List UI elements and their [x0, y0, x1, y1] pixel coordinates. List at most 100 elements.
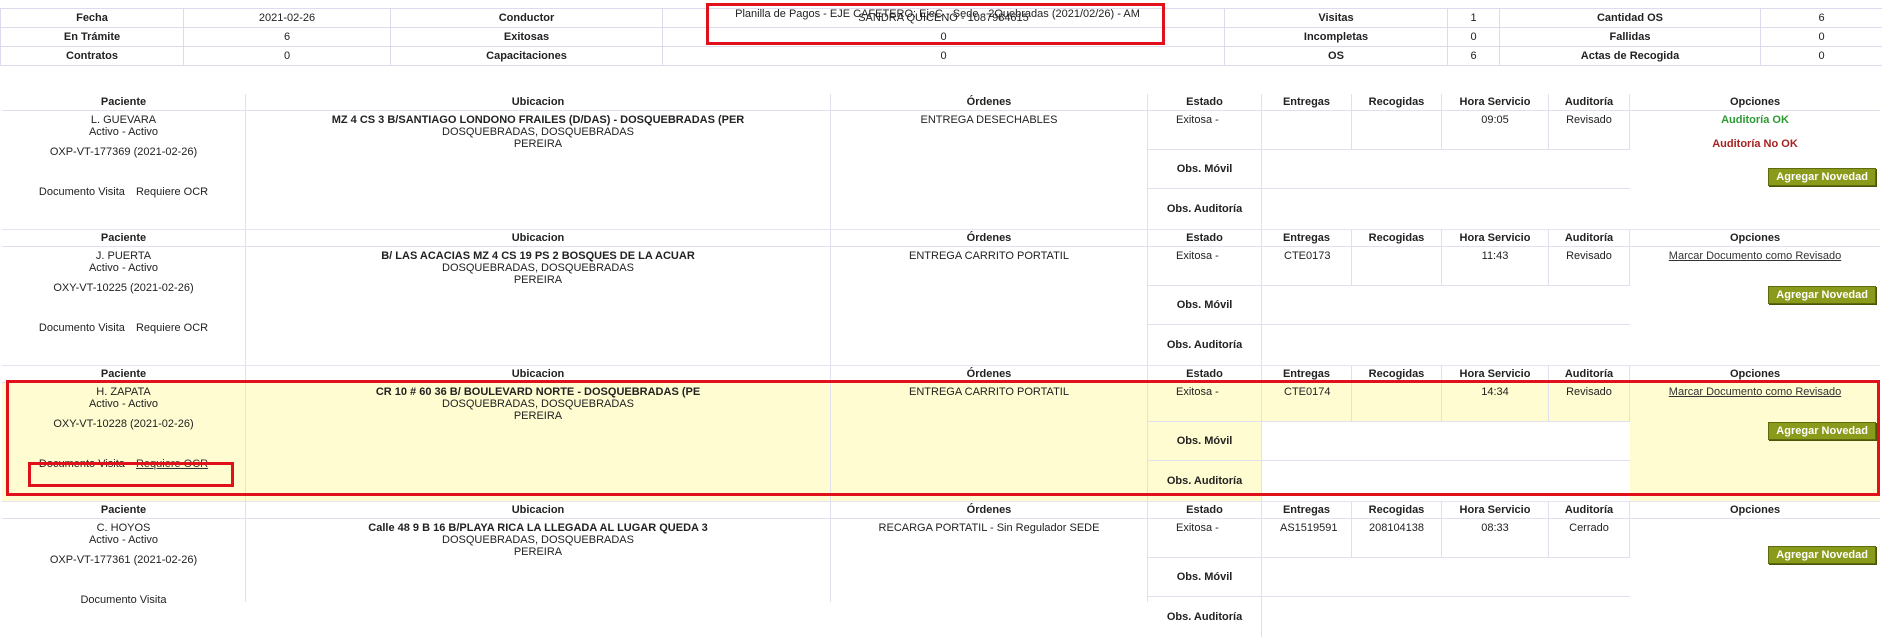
requiere-ocr-link[interactable]: Requiere OCR	[136, 458, 208, 470]
service-time: 14:34	[1442, 386, 1548, 398]
audit-ok-link[interactable]: Auditoría OK	[1630, 114, 1880, 126]
deliveries-cell: CTE0173	[1262, 247, 1352, 285]
col-hora: Hora Servicio	[1442, 94, 1549, 110]
service-time-cell: 11:43	[1442, 247, 1549, 285]
pickups-cell: 208104138	[1352, 519, 1442, 557]
obs-movil-row: Obs. Móvil	[1148, 557, 1630, 596]
obs-auditoria-row: Obs. Auditoría	[1148, 188, 1630, 229]
documento-visita-link[interactable]: Documento Visita	[39, 458, 125, 470]
audit-status: Revisado	[1549, 386, 1629, 398]
obs-movil-row: Obs. Móvil	[1148, 285, 1630, 324]
location-cell: CR 10 # 60 36 B/ BOULEVARD NORTE - DOSQU…	[246, 383, 831, 501]
service-time: 08:33	[1442, 522, 1548, 534]
patient-status: Activo - Activo	[2, 398, 245, 410]
col-auditoria: Auditoría	[1549, 366, 1630, 382]
documento-visita-link[interactable]: Documento Visita	[39, 186, 125, 198]
obs-movil-label: Obs. Móvil	[1148, 286, 1262, 324]
record-row: Paciente Ubicacion Órdenes Estado Entreg…	[2, 502, 1880, 602]
obs-auditoria-label: Obs. Auditoría	[1148, 325, 1262, 365]
label-contratos: Contratos	[1, 46, 184, 65]
col-ordenes: Órdenes	[831, 502, 1148, 518]
address: B/ LAS ACACIAS MZ 4 CS 19 PS 2 BOSQUES D…	[246, 250, 830, 262]
col-paciente: Paciente	[2, 502, 246, 518]
value-capacitaciones: 0	[663, 46, 1225, 65]
audit-cell: Revisado	[1549, 111, 1630, 149]
col-hora: Hora Servicio	[1442, 366, 1549, 382]
obs-auditoria-label: Obs. Auditoría	[1148, 189, 1262, 229]
novedad-wrap: Agregar Novedad	[1630, 286, 1880, 304]
label-visitas: Visitas	[1225, 8, 1448, 27]
col-ordenes: Órdenes	[831, 94, 1148, 110]
label-fallidas: Fallidas	[1500, 27, 1761, 46]
requiere-ocr-link[interactable]: Requiere OCR	[136, 186, 208, 198]
audit-status: Revisado	[1549, 114, 1629, 126]
address: Calle 48 9 B 16 B/PLAYA RICA LA LLEGADA …	[246, 522, 830, 534]
label-fecha: Fecha	[1, 8, 184, 27]
novedad-wrap: Agregar Novedad	[1630, 422, 1880, 440]
audit-not-ok-link[interactable]: Auditoría No OK	[1630, 138, 1880, 150]
agregar-novedad-button[interactable]: Agregar Novedad	[1768, 168, 1876, 186]
city: DOSQUEBRADAS, DOSQUEBRADAS	[246, 534, 830, 546]
mark-reviewed-link[interactable]: Marcar Documento como Revisado	[1669, 250, 1841, 262]
mark-reviewed-wrap: Marcar Documento como Revisado	[1630, 386, 1880, 398]
obs-auditoria-label: Obs. Auditoría	[1148, 597, 1262, 637]
col-entregas: Entregas	[1262, 366, 1352, 382]
document-line: Documento Visita Requiere OCR	[2, 458, 245, 470]
agregar-novedad-button[interactable]: Agregar Novedad	[1768, 286, 1876, 304]
record-row: Paciente Ubicacion Órdenes Estado Entreg…	[2, 94, 1880, 230]
address: MZ 4 CS 3 B/SANTIAGO LONDONO FRAILES (D/…	[246, 114, 830, 126]
col-entregas: Entregas	[1262, 94, 1352, 110]
deliveries-cell: AS1519591	[1262, 519, 1352, 557]
record-row: Paciente Ubicacion Órdenes Estado Entreg…	[2, 230, 1880, 366]
col-auditoria: Auditoría	[1549, 502, 1630, 518]
col-paciente: Paciente	[2, 366, 246, 382]
col-recogidas: Recogidas	[1352, 230, 1442, 246]
col-estado: Estado	[1148, 366, 1262, 382]
patient-code: OXY-VT-10225 (2021-02-26)	[2, 282, 245, 294]
col-ubicacion: Ubicacion	[246, 366, 831, 382]
label-incompletas: Incompletas	[1225, 27, 1448, 46]
records-list: Paciente Ubicacion Órdenes Estado Entreg…	[2, 94, 1880, 602]
document-line: Documento Visita Requiere OCR	[2, 322, 245, 334]
pickups-cell	[1352, 383, 1442, 421]
obs-auditoria-row: Obs. Auditoría	[1148, 324, 1630, 365]
mark-reviewed-link[interactable]: Marcar Documento como Revisado	[1669, 386, 1841, 398]
col-hora: Hora Servicio	[1442, 230, 1549, 246]
col-opciones: Opciones	[1630, 94, 1880, 110]
agregar-novedad-button[interactable]: Agregar Novedad	[1768, 546, 1876, 564]
location-cell: B/ LAS ACACIAS MZ 4 CS 19 PS 2 BOSQUES D…	[246, 247, 831, 365]
obs-movil-row: Obs. Móvil	[1148, 421, 1630, 460]
page-title: Planilla de Pagos - EJE CAFETERO: EjeC -…	[710, 8, 1165, 20]
options-cell: Marcar Documento como Revisado Agregar N…	[1630, 383, 1880, 501]
patient-code: OXP-VT-177369 (2021-02-26)	[2, 146, 245, 158]
requiere-ocr-link[interactable]: Requiere OCR	[136, 322, 208, 334]
pickups-cell	[1352, 111, 1442, 149]
audit-status: Revisado	[1549, 250, 1629, 262]
agregar-novedad-button[interactable]: Agregar Novedad	[1768, 422, 1876, 440]
pickups-cell	[1352, 247, 1442, 285]
options-cell: Marcar Documento como Revisado Agregar N…	[1630, 247, 1880, 365]
order-type: ENTREGA CARRITO PORTATIL	[831, 386, 1147, 398]
col-estado: Estado	[1148, 502, 1262, 518]
col-opciones: Opciones	[1630, 230, 1880, 246]
document-line: Documento Visita	[2, 594, 245, 606]
documento-visita-link[interactable]: Documento Visita	[80, 594, 166, 606]
value-os: 6	[1448, 46, 1500, 65]
value-fecha: 2021-02-26	[184, 8, 391, 27]
orders-cell: ENTREGA CARRITO PORTATIL	[831, 383, 1148, 501]
city: DOSQUEBRADAS, DOSQUEBRADAS	[246, 398, 830, 410]
patient-name: L. GUEVARA	[2, 114, 245, 126]
col-recogidas: Recogidas	[1352, 502, 1442, 518]
status-cell: Exitosa -	[1148, 519, 1262, 557]
region: PEREIRA	[246, 138, 830, 150]
audit-cell: Cerrado	[1549, 519, 1630, 557]
patient-code: OXP-VT-177361 (2021-02-26)	[2, 554, 245, 566]
patient-code: OXY-VT-10228 (2021-02-26)	[2, 418, 245, 430]
region: PEREIRA	[246, 410, 830, 422]
patient-status: Activo - Activo	[2, 126, 245, 138]
order-type: RECARGA PORTATIL - Sin Regulador SEDE	[831, 522, 1147, 534]
patient-status: Activo - Activo	[2, 534, 245, 546]
order-type: ENTREGA CARRITO PORTATIL	[831, 250, 1147, 262]
region: PEREIRA	[246, 546, 830, 558]
documento-visita-link[interactable]: Documento Visita	[39, 322, 125, 334]
